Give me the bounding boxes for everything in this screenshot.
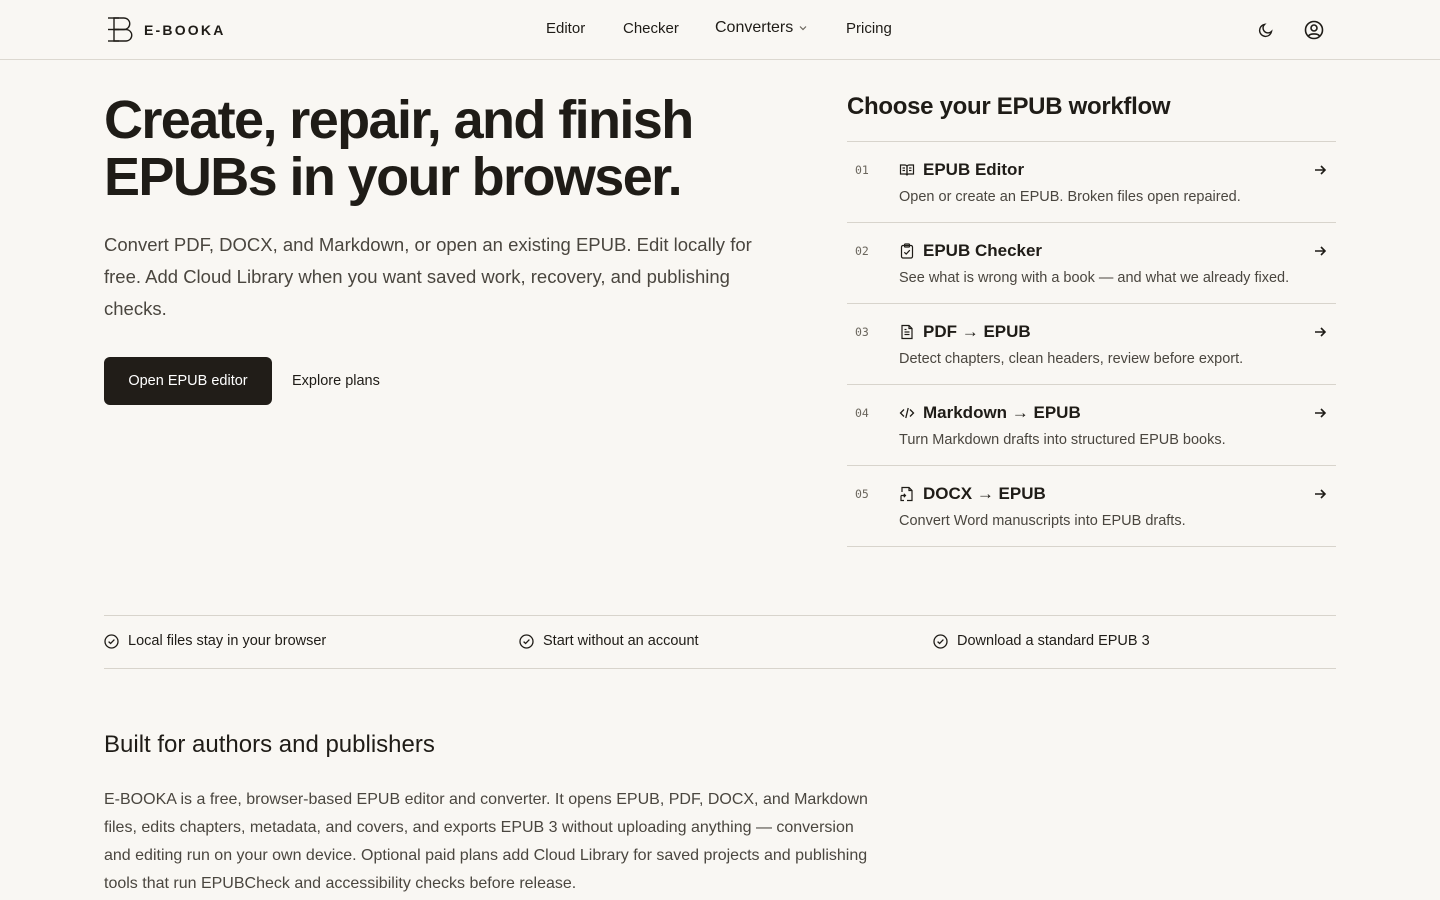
file-convert-icon	[900, 486, 913, 502]
arrow-right-icon	[1315, 408, 1327, 418]
nav-checker[interactable]: Checker	[623, 20, 679, 37]
workflow-item-docx-epub[interactable]: 05 DOCX → EPUB Convert Word manuscripts …	[847, 466, 1336, 547]
features-strip: Local files stay in your browser Start w…	[104, 615, 1336, 669]
file-text-icon	[901, 324, 913, 340]
chevron-down-icon	[799, 26, 807, 31]
workflow-item-number: 05	[855, 487, 869, 501]
workflow-item-number: 02	[855, 244, 869, 258]
arrow-right-icon	[1315, 246, 1327, 256]
code-icon	[899, 407, 915, 419]
arrow-right-icon	[1315, 327, 1327, 337]
workflow-item-desc: Open or create an EPUB. Broken files ope…	[899, 189, 1241, 205]
workflow-item-markdown-epub[interactable]: 04 Markdown → EPUB Turn Markdown drafts …	[847, 385, 1336, 466]
book-open-icon	[899, 164, 915, 176]
open-epub-editor-button[interactable]: Open EPUB editor	[104, 357, 272, 405]
nav-editor[interactable]: Editor	[546, 20, 585, 37]
nav-converters-label: Converters	[715, 19, 794, 36]
feature-epub3: Download a standard EPUB 3	[933, 633, 1150, 649]
feature-label: Download a standard EPUB 3	[957, 633, 1150, 649]
feature-local-files: Local files stay in your browser	[104, 633, 326, 649]
logo-mark-icon	[108, 17, 133, 42]
check-circle-icon	[104, 633, 119, 649]
built-for-text: E-BOOKA is a free, browser-based EPUB ed…	[104, 791, 868, 892]
workflow-item-name: Markdown → EPUB	[923, 403, 1081, 422]
workflow-item-name: EPUB Editor	[923, 160, 1025, 179]
hero-subtitle: Convert PDF, DOCX, and Markdown, or open…	[104, 234, 752, 319]
workflow-item-pdf-epub[interactable]: 03 PDF → EPUB Detect chapters, clean hea…	[847, 304, 1336, 385]
feature-label: Start without an account	[543, 633, 699, 649]
workflow-item-desc: See what is wrong with a book — and what…	[899, 270, 1290, 286]
moon-icon	[1258, 23, 1273, 38]
workflow-item-desc: Detect chapters, clean headers, review b…	[899, 351, 1244, 367]
check-circle-icon	[933, 633, 948, 649]
workflow-title: Choose your EPUB workflow	[847, 93, 1171, 120]
workflow-item-desc: Convert Word manuscripts into EPUB draft…	[899, 513, 1186, 529]
user-circle-icon	[1304, 20, 1324, 40]
arrow-right-icon	[1315, 165, 1327, 175]
workflow-item-epub-editor[interactable]: 01 EPUB Editor Open or create an EPUB. B…	[847, 142, 1336, 223]
workflow-item-name: PDF → EPUB	[923, 322, 1031, 341]
workflow-item-desc: Turn Markdown drafts into structured EPU…	[899, 432, 1226, 448]
nav-converters[interactable]: Converters	[715, 19, 808, 37]
workflow-item-name: DOCX → EPUB	[923, 484, 1046, 503]
workflow-list: 01 EPUB Editor Open or create an EPUB. B…	[847, 141, 1336, 547]
built-for-title: Built for authors and publishers	[104, 731, 435, 758]
arrow-right-icon	[1315, 489, 1327, 499]
workflow-item-number: 03	[855, 325, 869, 339]
feature-no-account: Start without an account	[519, 633, 699, 649]
nav-pricing[interactable]: Pricing	[846, 20, 892, 37]
check-circle-icon	[519, 633, 534, 649]
feature-label: Local files stay in your browser	[128, 633, 327, 649]
logo[interactable]: E-BOOKA	[107, 17, 226, 42]
account-button[interactable]	[1302, 18, 1326, 42]
workflow-item-number: 01	[855, 163, 869, 177]
clipboard-check-icon	[900, 243, 914, 259]
workflow-item-number: 04	[855, 406, 869, 420]
hero-title: Create, repair, and finish EPUBs in your…	[104, 90, 694, 207]
theme-toggle-button[interactable]	[1254, 18, 1278, 42]
explore-plans-link[interactable]: Explore plans	[292, 373, 380, 389]
workflow-item-epub-checker[interactable]: 02 EPUB Checker See what is wrong with a…	[847, 223, 1336, 304]
site-header: E-BOOKA Editor Checker Converters Pricin…	[0, 0, 1440, 60]
workflow-item-name: EPUB Checker	[923, 241, 1043, 260]
logo-text: E-BOOKA	[144, 21, 226, 38]
